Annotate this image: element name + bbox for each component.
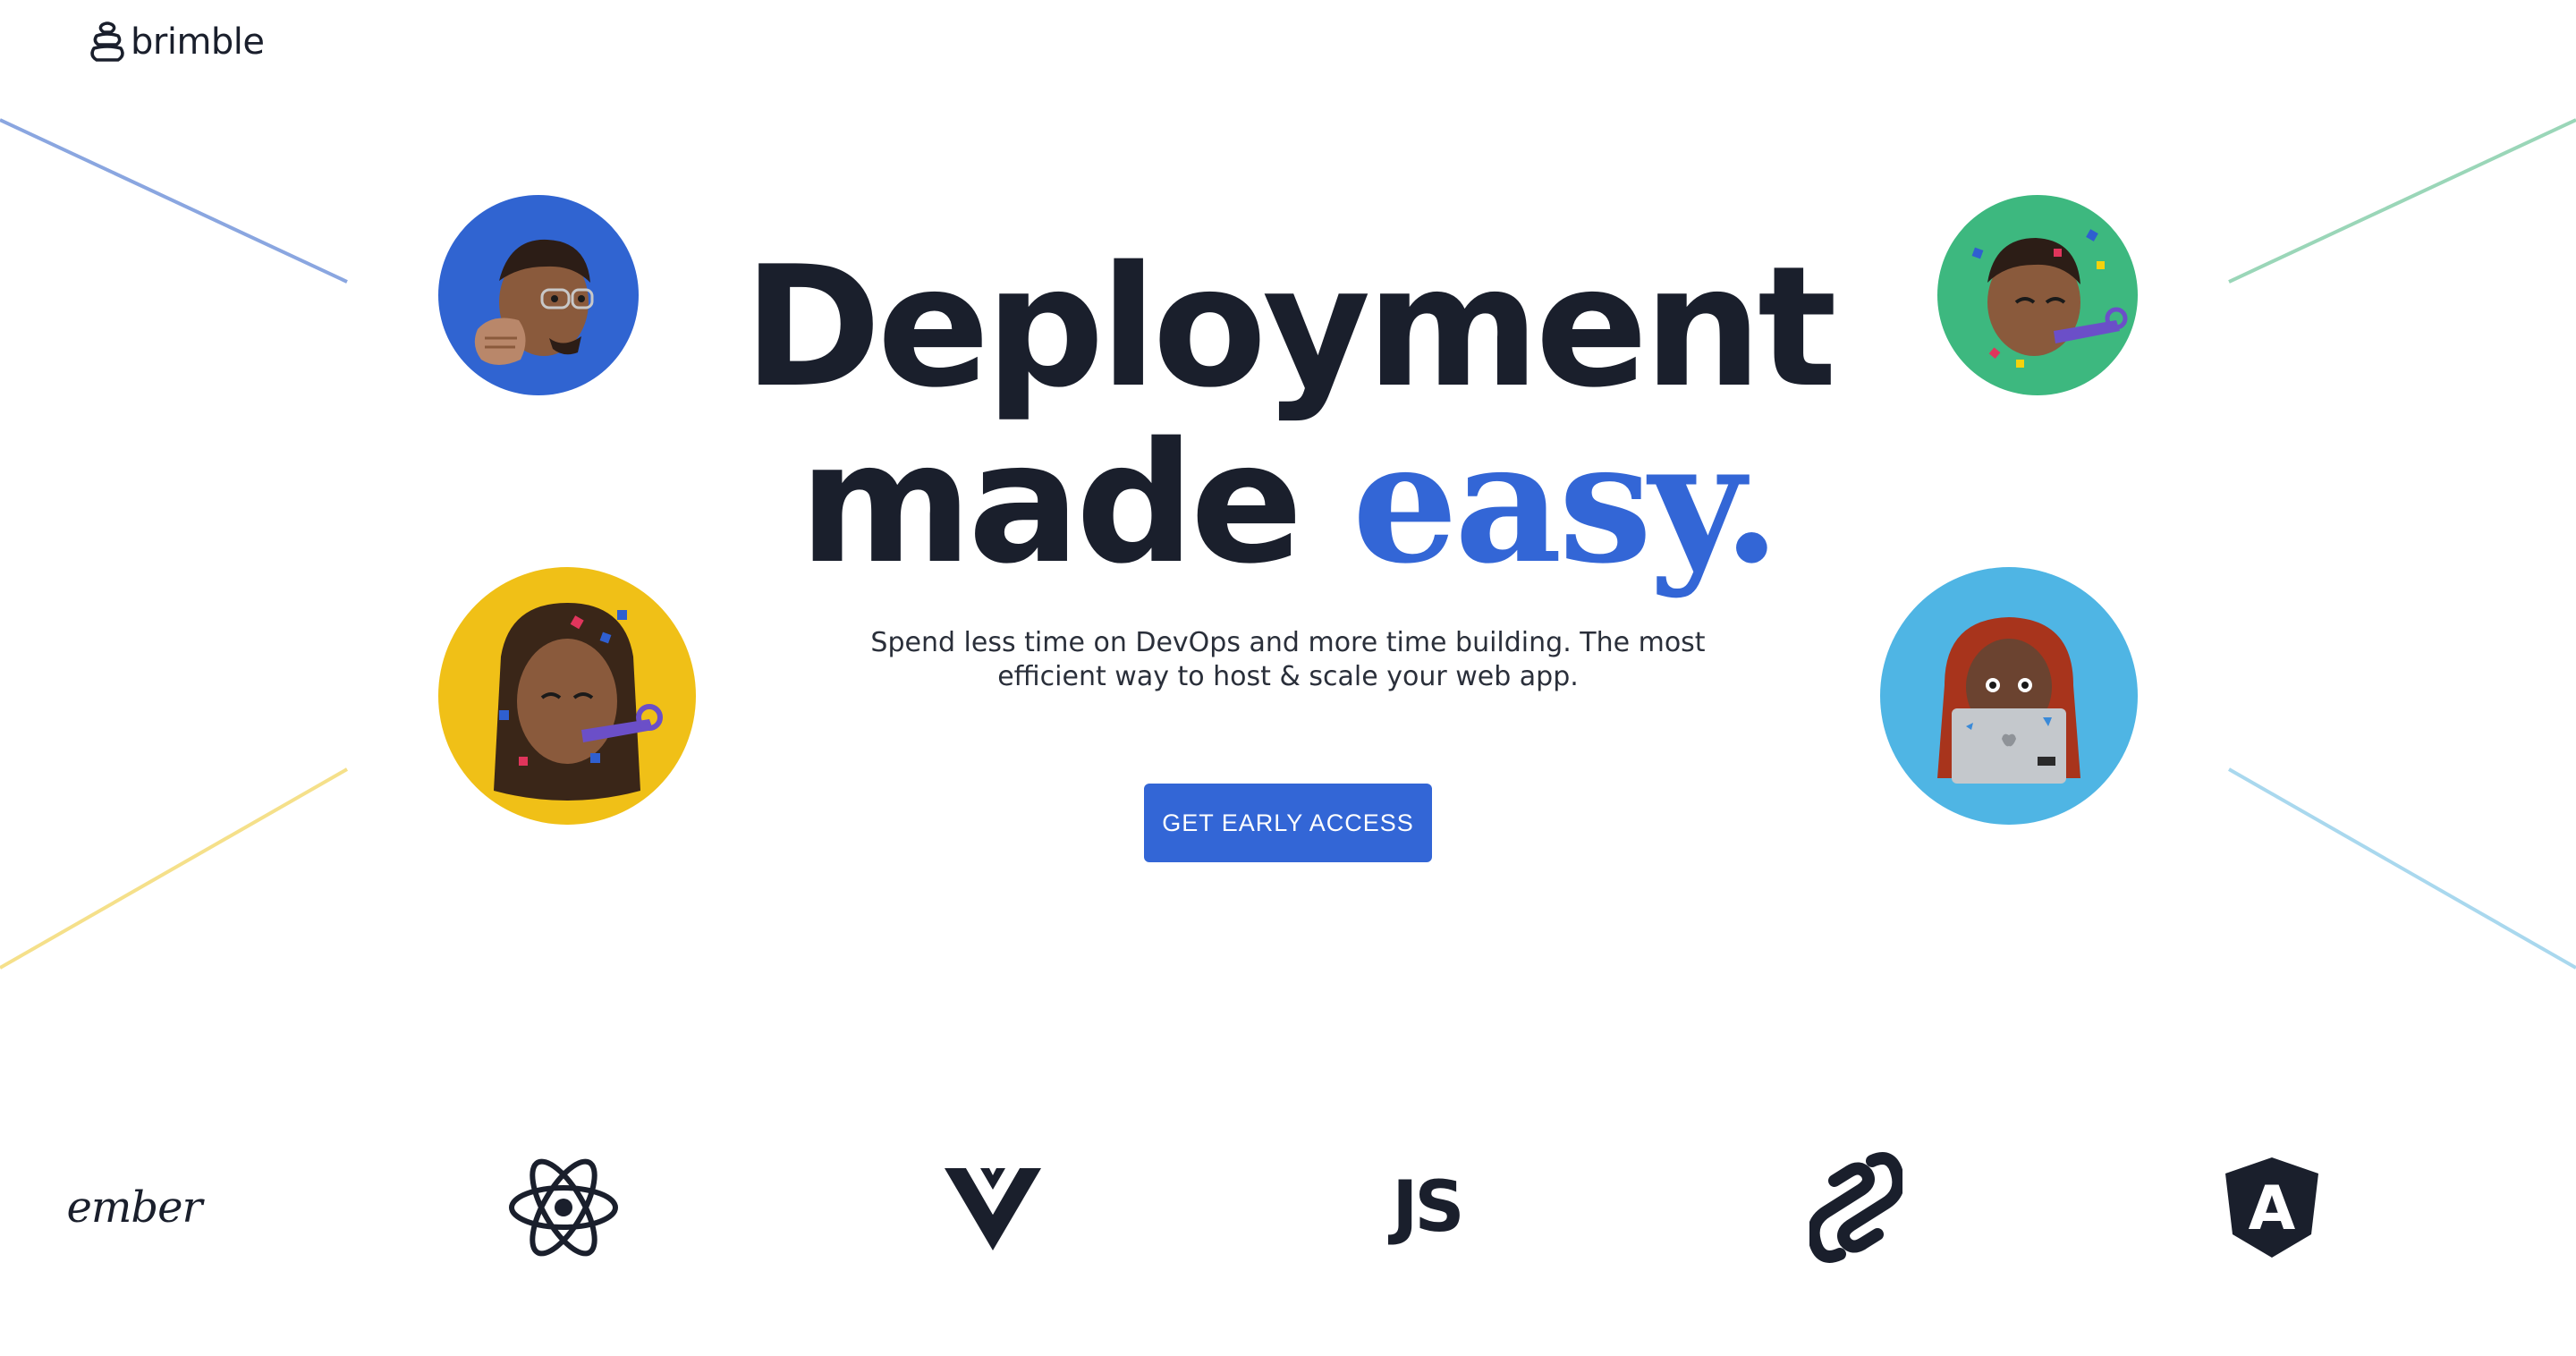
angular-letter: A: [2249, 1174, 2296, 1244]
avatar-celebrating: [438, 567, 696, 825]
vue-logo-icon: [945, 1168, 1041, 1250]
hero-subtitle: Spend less time on DevOps and more time …: [870, 627, 1706, 692]
get-early-access-button[interactable]: GET EARLY ACCESS: [1144, 784, 1432, 862]
js-logo-icon: JS: [1392, 1167, 1464, 1248]
headline-made: made: [799, 406, 1303, 600]
line-bottom-right: [2228, 767, 2576, 970]
hero-headline: Deployment made easy.: [0, 240, 2576, 591]
ember-logo-icon: ember: [66, 1182, 203, 1233]
memoji-celebrating-icon: [494, 603, 663, 801]
react-logo-icon: [509, 1158, 618, 1257]
framework-react: [501, 1145, 626, 1270]
svelte-logo-icon: [1809, 1152, 1902, 1263]
headline-accent: easy.: [1352, 404, 1781, 600]
framework-javascript: JS: [1364, 1145, 1489, 1270]
brand-name: brimble: [131, 21, 265, 63]
line-bottom-left: [0, 767, 348, 970]
brand-logo-link[interactable]: brimble: [89, 21, 265, 63]
avatar-laptop: [1880, 567, 2138, 825]
angular-logo-icon: A: [2225, 1157, 2318, 1258]
framework-vue: [930, 1145, 1055, 1270]
framework-ember: ember: [67, 1145, 203, 1270]
headline-line-2: made easy.: [0, 415, 2576, 591]
framework-svelte: [1793, 1145, 1919, 1270]
framework-angular: A: [2209, 1145, 2334, 1270]
headline-line-1: Deployment: [743, 230, 1837, 424]
memoji-laptop-icon: [1937, 617, 2080, 784]
framework-logos: ember JS A: [0, 1145, 2576, 1270]
brimble-logo-icon: [90, 21, 124, 62]
